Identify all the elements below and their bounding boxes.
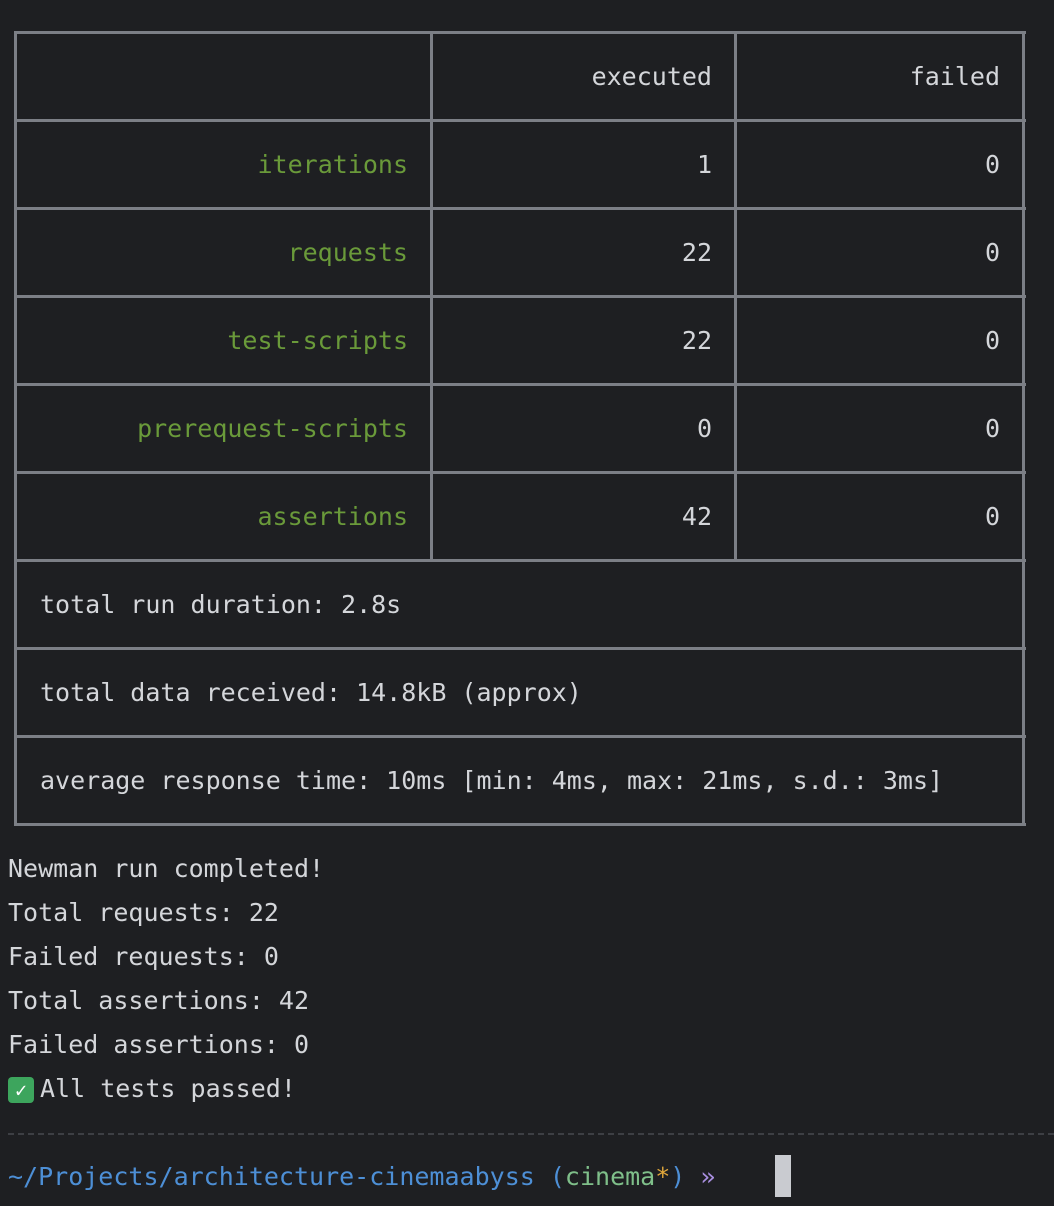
table-divider bbox=[14, 647, 1026, 650]
header-executed: executed bbox=[591, 62, 712, 91]
row-failed: 0 bbox=[984, 502, 1000, 531]
success-text: All tests passed! bbox=[40, 1074, 296, 1103]
table-divider bbox=[14, 119, 1026, 122]
shell-prompt: ~/Projects/architecture-cinemaabyss (cin… bbox=[8, 1162, 715, 1192]
row-label-test-scripts: test-scripts bbox=[227, 326, 408, 355]
prompt-paren-open: ( bbox=[549, 1162, 565, 1191]
output-success-line: ✓ All tests passed! bbox=[8, 1074, 296, 1104]
row-executed: 0 bbox=[696, 414, 712, 443]
row-failed: 0 bbox=[984, 326, 1000, 355]
table-divider bbox=[14, 559, 1026, 562]
table-border-top bbox=[14, 31, 1026, 34]
output-line: Failed requests: 0 bbox=[8, 942, 279, 971]
table-divider bbox=[14, 295, 1026, 298]
table-divider bbox=[14, 383, 1026, 386]
table-divider bbox=[14, 207, 1026, 210]
row-label-prerequest-scripts: prerequest-scripts bbox=[137, 414, 408, 443]
row-label-iterations: iterations bbox=[257, 150, 408, 179]
row-failed: 0 bbox=[984, 238, 1000, 267]
row-executed: 22 bbox=[681, 238, 712, 267]
summary-data-received: total data received: 14.8kB (approx) bbox=[40, 678, 582, 707]
prompt-branch: cinema bbox=[564, 1162, 656, 1191]
table-border-left bbox=[14, 31, 17, 826]
header-failed: failed bbox=[909, 62, 1000, 91]
check-mark-icon: ✓ bbox=[8, 1077, 34, 1103]
prompt-path: ~/Projects/architecture-cinemaabyss bbox=[8, 1162, 535, 1191]
row-executed: 22 bbox=[681, 326, 712, 355]
terminal-cursor[interactable] bbox=[775, 1155, 791, 1197]
summary-response-time: average response time: 10ms [min: 4ms, m… bbox=[40, 766, 944, 795]
column-separator bbox=[734, 31, 737, 561]
row-label-assertions: assertions bbox=[257, 502, 408, 531]
output-line: Total assertions: 42 bbox=[8, 986, 310, 1015]
prompt-dirty-marker: * bbox=[655, 1162, 671, 1191]
output-line: Newman run completed! bbox=[8, 854, 325, 883]
row-failed: 0 bbox=[984, 414, 1000, 443]
row-executed: 1 bbox=[696, 150, 712, 179]
table-border-bottom bbox=[14, 823, 1026, 826]
table-divider bbox=[14, 735, 1026, 738]
prompt-arrow: » bbox=[700, 1162, 716, 1191]
summary-run-duration: total run duration: 2.8s bbox=[40, 590, 402, 619]
row-failed: 0 bbox=[984, 150, 1000, 179]
column-separator bbox=[430, 31, 433, 561]
table-border-right bbox=[1022, 31, 1025, 826]
output-line: Failed assertions: 0 bbox=[8, 1030, 310, 1059]
row-executed: 42 bbox=[681, 502, 712, 531]
table-divider bbox=[14, 471, 1026, 474]
prompt-paren-close: ) bbox=[670, 1162, 686, 1191]
output-line: Total requests: 22 bbox=[8, 898, 279, 927]
row-label-requests: requests bbox=[287, 238, 408, 267]
prompt-separator bbox=[8, 1133, 1054, 1135]
